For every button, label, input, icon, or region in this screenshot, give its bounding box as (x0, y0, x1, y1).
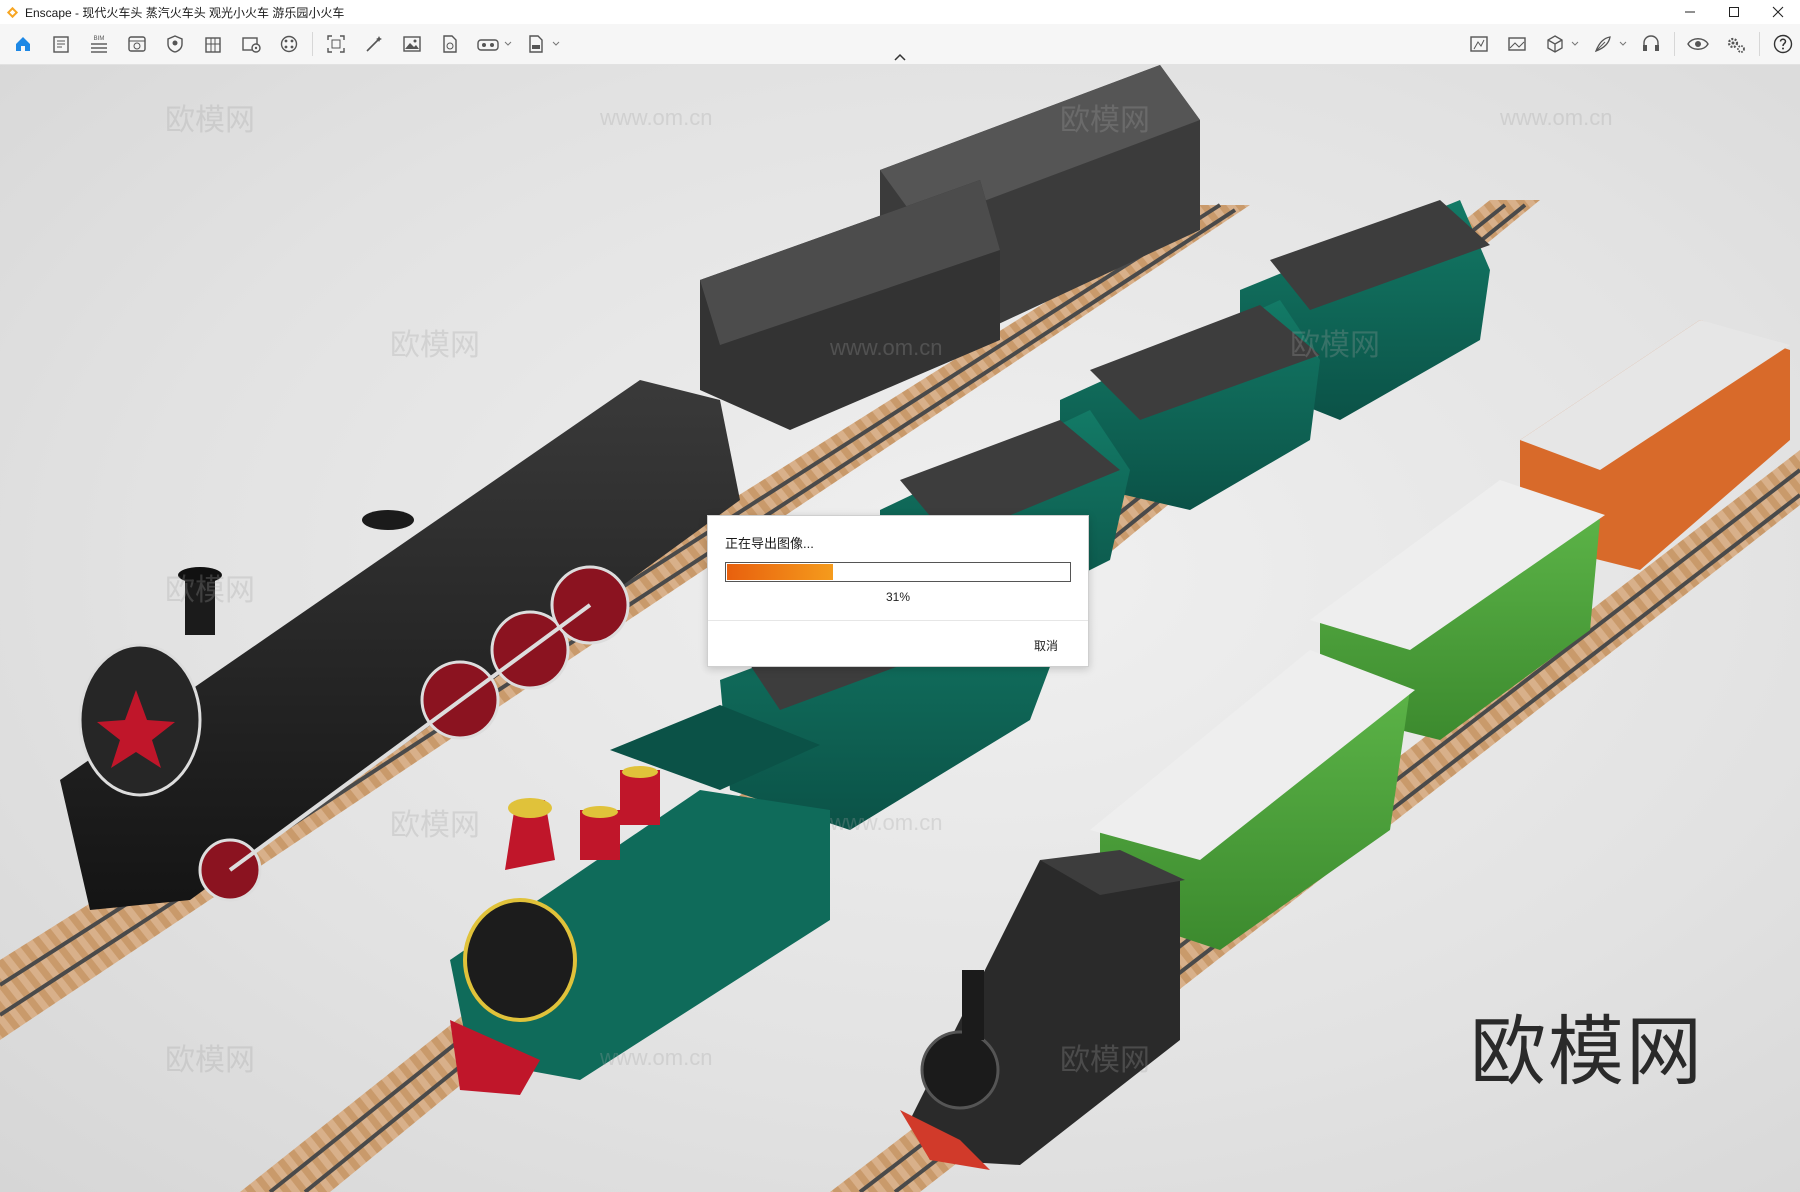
maximize-icon (1729, 7, 1739, 17)
progress-percent-label: 31% (885, 590, 911, 604)
cancel-button[interactable]: 取消 (1034, 637, 1058, 654)
bim-button[interactable]: BIM (84, 30, 114, 58)
eye-icon (1687, 38, 1709, 50)
toolbar-collapse-button[interactable] (890, 50, 910, 64)
building-icon (205, 37, 221, 53)
window-controls (1668, 0, 1800, 24)
home-icon (16, 37, 30, 51)
help-button[interactable] (1768, 30, 1798, 58)
window-button[interactable] (122, 30, 152, 58)
chevron-up-icon (894, 53, 906, 61)
bim-icon: BIM (91, 36, 107, 53)
vr-headset-button[interactable] (473, 30, 503, 58)
minimize-button[interactable] (1668, 0, 1712, 24)
minimize-icon (1685, 11, 1695, 13)
photo-settings-button[interactable] (236, 30, 266, 58)
dialog-title: 正在导出图像... (725, 536, 814, 551)
palette-button[interactable] (274, 30, 304, 58)
cube-icon (1547, 35, 1563, 53)
help-icon (1773, 34, 1793, 54)
image-button[interactable] (397, 30, 427, 58)
chevron-down-icon (1571, 41, 1579, 46)
eye-button[interactable] (1683, 30, 1713, 58)
headset-button[interactable] (1636, 30, 1666, 58)
watermark-logo-text: 欧模网 (1470, 1007, 1704, 1096)
export-progress-dialog: 正在导出图像... 31% 取消 (707, 515, 1089, 667)
cube-dropdown-caret[interactable] (1570, 41, 1580, 47)
file-export-icon (443, 35, 457, 53)
photo-settings-icon (242, 37, 261, 53)
exe-dropdown-caret[interactable] (551, 41, 561, 47)
wand-icon (366, 36, 382, 52)
palette-icon (280, 35, 298, 53)
building-button[interactable] (198, 30, 228, 58)
maximize-button[interactable] (1712, 0, 1756, 24)
vr-dropdown-caret[interactable] (503, 41, 513, 47)
bim-label: BIM (94, 36, 105, 42)
window-icon (128, 36, 146, 52)
toolbar-separator (1674, 32, 1675, 56)
file-export-button[interactable] (435, 30, 465, 58)
vr-headset-icon (477, 39, 499, 51)
settings-button[interactable] (1721, 30, 1751, 58)
window-title: Enscape - 现代火车头 蒸汽火车头 观光小火车 游乐园小火车 (25, 5, 345, 20)
close-icon (1772, 6, 1784, 18)
image-icon (403, 36, 421, 52)
feather-icon (1594, 36, 1611, 53)
chevron-down-icon (1619, 41, 1627, 46)
dialog-divider (708, 620, 1088, 621)
chevron-down-icon (552, 41, 560, 46)
frame-button[interactable] (321, 30, 351, 58)
cube-button[interactable] (1540, 30, 1570, 58)
panorama-button[interactable] (1502, 30, 1532, 58)
progress-fill (727, 564, 833, 580)
frame-icon (327, 35, 345, 53)
wand-button[interactable] (359, 30, 389, 58)
feather-dropdown-caret[interactable] (1618, 41, 1628, 47)
map-icon (1470, 36, 1488, 52)
headset-icon (1643, 35, 1659, 51)
toolbar-right-group (1460, 24, 1800, 64)
export-progress-bar (725, 562, 1071, 582)
exe-export-button[interactable] (521, 30, 551, 58)
toolbar-left-group: BIM (4, 24, 565, 64)
feather-button[interactable] (1588, 30, 1618, 58)
document-icon (53, 36, 69, 53)
chevron-down-icon (504, 41, 512, 46)
home-button[interactable] (8, 30, 38, 58)
shield-button[interactable] (160, 30, 190, 58)
close-button[interactable] (1756, 0, 1800, 24)
title-bar: Enscape - 现代火车头 蒸汽火车头 观光小火车 游乐园小火车 (0, 0, 1800, 24)
shield-icon (167, 35, 183, 53)
toolbar-separator (1759, 32, 1760, 56)
exe-file-icon (529, 35, 543, 53)
gears-icon (1727, 37, 1745, 53)
map-button[interactable] (1464, 30, 1494, 58)
enscape-logo-icon (6, 6, 19, 18)
panorama-icon (1508, 37, 1526, 51)
toolbar-separator (312, 32, 313, 56)
document-button[interactable] (46, 30, 76, 58)
